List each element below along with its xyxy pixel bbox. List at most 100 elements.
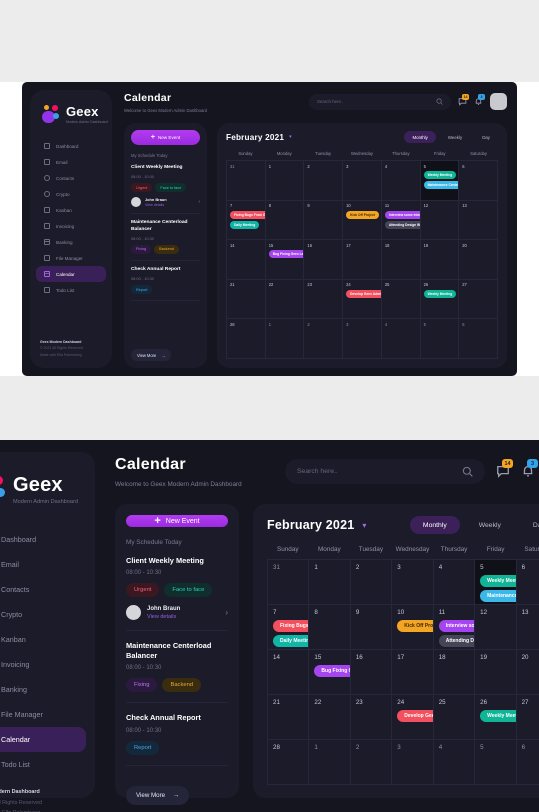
sidebar-item-calendar[interactable]: Calendar: [36, 266, 106, 282]
tag-report[interactable]: Report: [126, 740, 160, 755]
calendar-day-cell[interactable]: 5: [420, 319, 460, 359]
calendar-day-cell[interactable]: 31: [227, 161, 266, 201]
calendar-event-chip[interactable]: Develop Geex Admin Dashboard: [397, 710, 433, 722]
view-monthly-button[interactable]: Monthly: [404, 131, 436, 143]
calendar-day-cell[interactable]: 1: [265, 161, 305, 201]
chevron-down-icon[interactable]: ▾: [289, 134, 292, 140]
calendar-event-chip[interactable]: Fixing Bugs From Geex Dashboard: [230, 210, 265, 219]
calendar-day-cell[interactable]: 26Weekly Meeting: [475, 695, 517, 740]
calendar-event-chip[interactable]: Weekly Meeting: [423, 171, 457, 179]
brand[interactable]: Geex Modern Admin Dashboard: [0, 468, 95, 527]
calendar-day-cell[interactable]: 26Weekly Meeting: [420, 279, 460, 320]
sidebar-item-crypto[interactable]: Crypto: [36, 186, 106, 202]
calendar-day-cell[interactable]: 23: [350, 695, 393, 740]
schedule-item[interactable]: Maintenance Centerload Balancer 08:00 - 1…: [131, 220, 200, 261]
notification-button[interactable]: 3: [521, 459, 538, 478]
calendar-day-cell[interactable]: 28: [227, 319, 266, 359]
tag-report[interactable]: Report: [131, 285, 153, 295]
sidebar-item-todo-list[interactable]: Todo List: [36, 282, 106, 298]
schedule-item[interactable]: Maintenance Centerload Balancer 08:00 - 1…: [126, 641, 228, 704]
calendar-day-cell[interactable]: 4: [381, 161, 421, 201]
calendar-day-cell[interactable]: 1: [265, 319, 305, 359]
calendar-day-cell[interactable]: 23: [304, 279, 344, 320]
chat-button[interactable]: 14: [458, 94, 469, 106]
calendar-event-chip[interactable]: Bug Fixing Geex Landing Page: [314, 665, 350, 677]
view-details-link[interactable]: View details: [145, 203, 194, 207]
calendar-day-cell[interactable]: 7Fixing Bugs From Geex DashboardDaily Me…: [227, 200, 266, 241]
calendar-day-cell[interactable]: 1: [309, 740, 351, 785]
calendar-day-cell[interactable]: 21: [268, 695, 310, 740]
view-monthly-button[interactable]: Monthly: [409, 516, 460, 534]
calendar-day-cell[interactable]: 20: [459, 240, 498, 280]
calendar-day-cell[interactable]: 21: [227, 279, 266, 320]
calendar-day-cell[interactable]: 4: [433, 740, 476, 785]
calendar-day-cell[interactable]: 10Kick Off Project: [343, 200, 382, 241]
calendar-day-cell[interactable]: 12: [475, 605, 517, 650]
calendar-day-cell[interactable]: 16: [304, 240, 344, 280]
calendar-event-chip[interactable]: Weekly Meeting: [423, 289, 457, 298]
notification-button[interactable]: 3: [474, 94, 485, 106]
sidebar-item-dashboard[interactable]: Dashboard: [0, 527, 86, 552]
tag-urgent[interactable]: Urgent: [131, 183, 153, 193]
calendar-day-cell[interactable]: 5 Weekly Meeting Maintenance Center Load B…: [420, 161, 460, 201]
calendar-day-cell[interactable]: 7Fixing Bugs From Geex DashboardDaily Me…: [268, 605, 310, 650]
calendar-day-cell[interactable]: 11 Interview some internship candidates At…: [433, 605, 476, 650]
calendar-day-cell[interactable]: 2: [350, 740, 393, 785]
view-day-button[interactable]: Day: [474, 131, 498, 143]
sidebar-item-crypto[interactable]: Crypto: [0, 602, 86, 627]
sidebar-item-invoicing[interactable]: Invoicing: [0, 652, 86, 677]
sidebar-item-dashboard[interactable]: Dashboard: [36, 138, 106, 154]
calendar-day-cell[interactable]: 25: [381, 279, 421, 320]
calendar-day-cell[interactable]: 6: [459, 319, 498, 359]
calendar-day-cell[interactable]: 16: [350, 650, 393, 695]
view-more-button[interactable]: View More →: [126, 785, 190, 805]
tag-fixing[interactable]: Fixing: [126, 678, 158, 693]
sidebar-item-email[interactable]: Email: [36, 154, 106, 170]
calendar-day-cell[interactable]: 20: [516, 650, 539, 695]
calendar-day-cell[interactable]: 17: [343, 240, 382, 280]
calendar-day-cell[interactable]: 18: [433, 650, 476, 695]
schedule-item[interactable]: Client Weekly Meeting 08:00 - 10:30 Urgent…: [126, 556, 228, 632]
calendar-day-cell[interactable]: 3: [343, 161, 382, 201]
sidebar-item-email[interactable]: Email: [0, 552, 86, 577]
view-day-button[interactable]: Day: [520, 516, 539, 534]
sidebar-item-calendar[interactable]: Calendar: [0, 727, 86, 752]
avatar[interactable]: [490, 93, 507, 110]
calendar-day-cell[interactable]: 25: [433, 695, 476, 740]
calendar-event-chip[interactable]: Kick Off Project: [346, 210, 379, 219]
sidebar-item-banking[interactable]: Banking: [0, 677, 86, 702]
sidebar-item-todo-list[interactable]: Todo List: [0, 752, 86, 777]
sidebar-item-banking[interactable]: Banking: [36, 234, 106, 250]
calendar-day-cell[interactable]: 18: [381, 240, 421, 280]
calendar-day-cell[interactable]: 31: [268, 560, 310, 605]
view-weekly-button[interactable]: Weekly: [440, 131, 470, 143]
search-bar[interactable]: [309, 93, 451, 110]
attendee-row[interactable]: John Braun View details ›: [131, 197, 200, 208]
calendar-event-chip[interactable]: Maintenance Center Load Balancer: [480, 590, 516, 602]
calendar-day-cell[interactable]: 10Kick Off Project: [392, 605, 434, 650]
calendar-day-cell[interactable]: 15 Bug Fixing Geex Landing Page: [265, 240, 305, 280]
calendar-day-cell[interactable]: 4: [381, 319, 421, 359]
calendar-event-chip[interactable]: Daily Meeting: [273, 635, 309, 647]
view-weekly-button[interactable]: Weekly: [466, 516, 514, 534]
chevron-right-icon[interactable]: ›: [198, 199, 200, 205]
calendar-day-cell[interactable]: 5 Weekly Meeting Maintenance Center Load B…: [475, 560, 517, 605]
schedule-item[interactable]: Check Annual Report 08:00 - 10:30 Report: [131, 267, 200, 302]
chat-button[interactable]: 14: [496, 459, 513, 478]
sidebar-item-file-manager[interactable]: File Manager: [0, 702, 86, 727]
calendar-day-cell[interactable]: 27: [516, 695, 539, 740]
attendee-row[interactable]: John Braun View details ›: [126, 605, 228, 621]
calendar-day-cell[interactable]: 6: [516, 560, 539, 605]
calendar-day-cell[interactable]: 17: [392, 650, 434, 695]
calendar-event-chip[interactable]: Weekly Meeting: [480, 575, 516, 587]
schedule-item[interactable]: Check Annual Report 08:00 - 10:30 Report: [126, 713, 228, 766]
calendar-day-cell[interactable]: 13: [459, 200, 498, 241]
search-icon[interactable]: [436, 98, 443, 105]
calendar-day-cell[interactable]: 28: [268, 740, 310, 785]
calendar-day-cell[interactable]: 4: [433, 560, 476, 605]
calendar-day-cell[interactable]: 9: [350, 605, 393, 650]
sidebar-item-contacts[interactable]: Contacts: [36, 170, 106, 186]
search-bar[interactable]: [285, 458, 485, 484]
calendar-day-cell[interactable]: 2: [304, 161, 344, 201]
calendar-event-chip[interactable]: Maintenance Center Load Balancer: [423, 181, 459, 189]
